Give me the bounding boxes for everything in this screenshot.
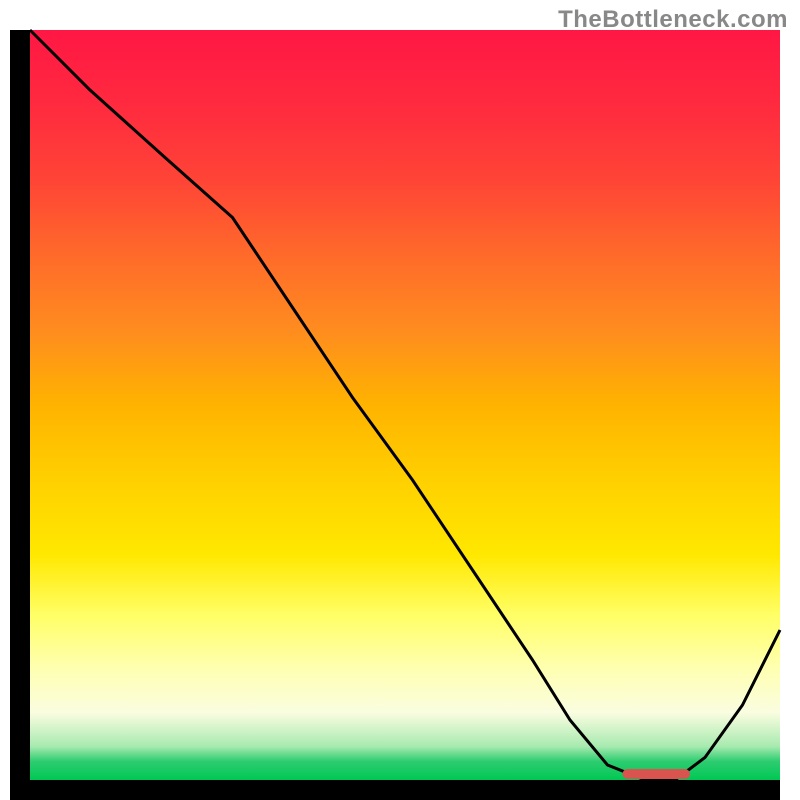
bottleneck-chart: [0, 0, 800, 800]
chart-container: TheBottleneck.com: [0, 0, 800, 800]
optimal-range-marker: [623, 769, 691, 779]
watermark-text: TheBottleneck.com: [558, 6, 788, 34]
plot-area: [10, 30, 780, 800]
gradient-background: [30, 30, 780, 780]
y-axis: [10, 30, 30, 800]
x-axis: [10, 780, 780, 800]
